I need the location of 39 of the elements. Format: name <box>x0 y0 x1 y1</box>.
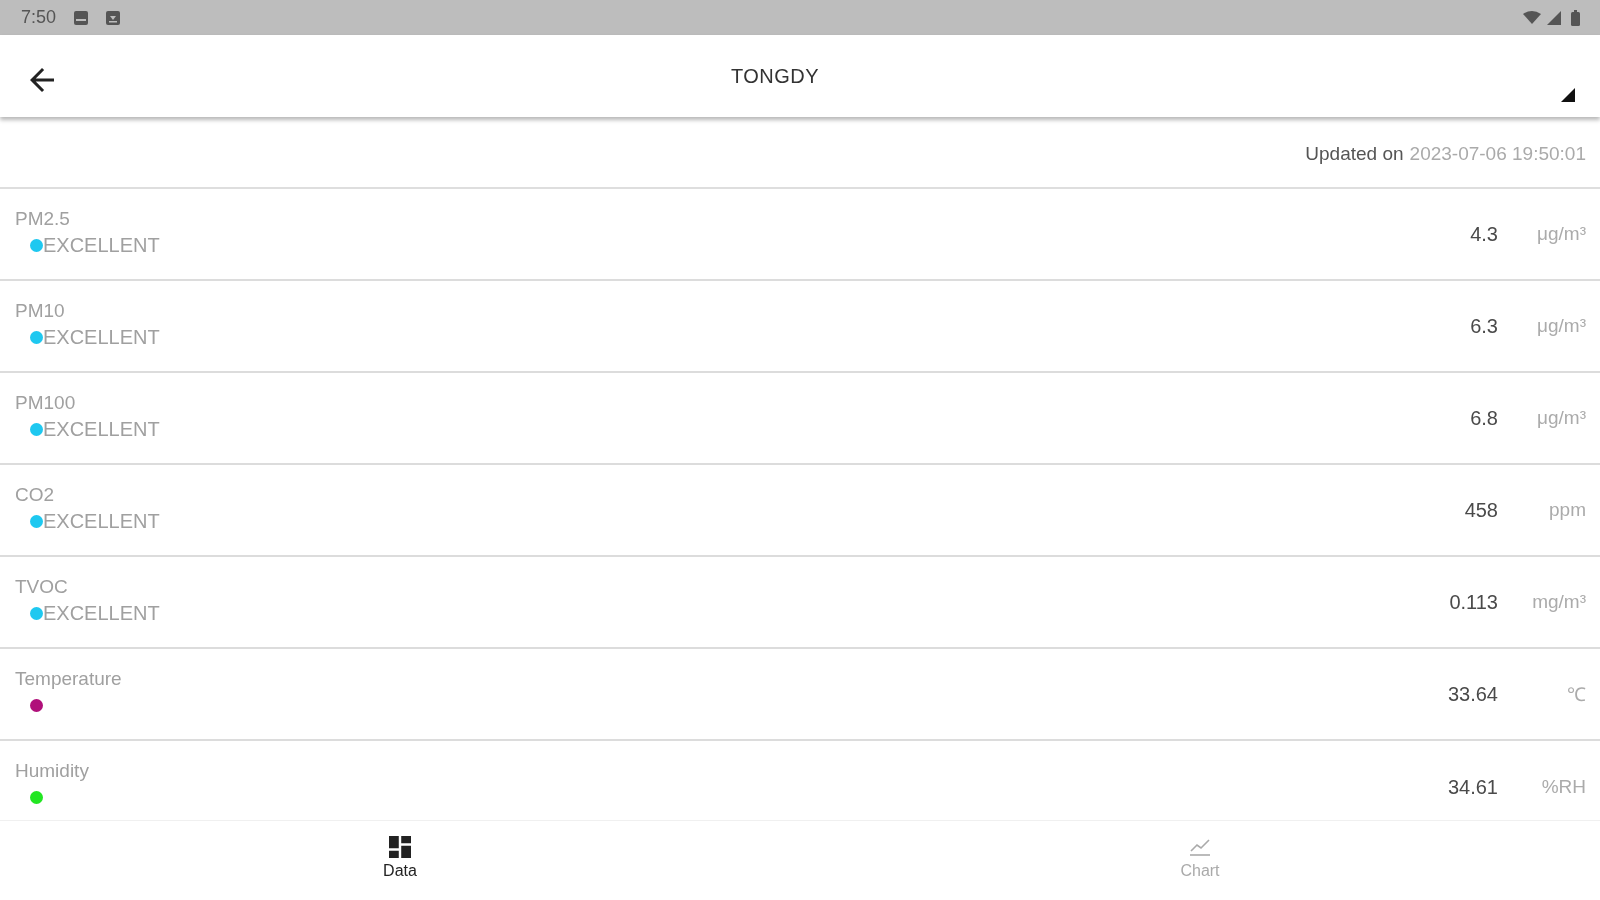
updated-label: Updated on <box>1305 143 1404 165</box>
download-notification-icon <box>106 10 121 25</box>
reading-unit: ppm <box>1548 499 1586 521</box>
reading-unit: %RH <box>1540 776 1586 798</box>
reading-name: Humidity <box>15 759 89 783</box>
battery-icon <box>1571 9 1580 26</box>
status-label: EXCELLENT <box>43 509 160 533</box>
wifi-icon <box>1523 11 1541 24</box>
updated-timestamp: 2023-07-06 19:50:01 <box>1409 143 1586 165</box>
reading-unit: mg/m³ <box>1531 591 1586 613</box>
reading-value: 34.61 <box>1447 775 1498 799</box>
reading-name: CO2 <box>15 483 55 507</box>
reading-name: Temperature <box>15 667 122 691</box>
reading-unit: μg/m³ <box>1536 407 1586 429</box>
reading-name: TVOC <box>15 575 68 599</box>
signal-icon <box>1547 10 1561 25</box>
reading-unit: μg/m³ <box>1536 223 1586 245</box>
status-label: EXCELLENT <box>43 601 160 625</box>
status-label: EXCELLENT <box>43 233 160 257</box>
status-label: EXCELLENT <box>43 325 160 349</box>
reading-value: 458 <box>1464 498 1498 522</box>
reading-value: 6.8 <box>1470 406 1498 430</box>
reading-value: 6.3 <box>1470 314 1498 338</box>
reading-name: PM100 <box>15 391 76 415</box>
reading-value: 0.113 <box>1449 590 1498 614</box>
reading-unit: ℃ <box>1566 683 1586 707</box>
nav-tab[interactable]: Data <box>0 821 800 900</box>
status-label: EXCELLENT <box>43 417 160 441</box>
reading-name: PM10 <box>15 299 65 323</box>
reading-unit: μg/m³ <box>1536 315 1586 337</box>
app-title: TONGDY <box>730 64 820 88</box>
reading-value: 4.3 <box>1470 222 1498 246</box>
reading-name: PM2.5 <box>15 207 70 231</box>
image-notification-icon <box>74 10 89 25</box>
reading-value: 33.64 <box>1447 682 1498 706</box>
dashboard-icon <box>389 835 411 858</box>
status-time: 7:50 <box>21 7 57 28</box>
corner-triangle-icon <box>1561 88 1575 102</box>
back-arrow-icon <box>30 68 54 92</box>
